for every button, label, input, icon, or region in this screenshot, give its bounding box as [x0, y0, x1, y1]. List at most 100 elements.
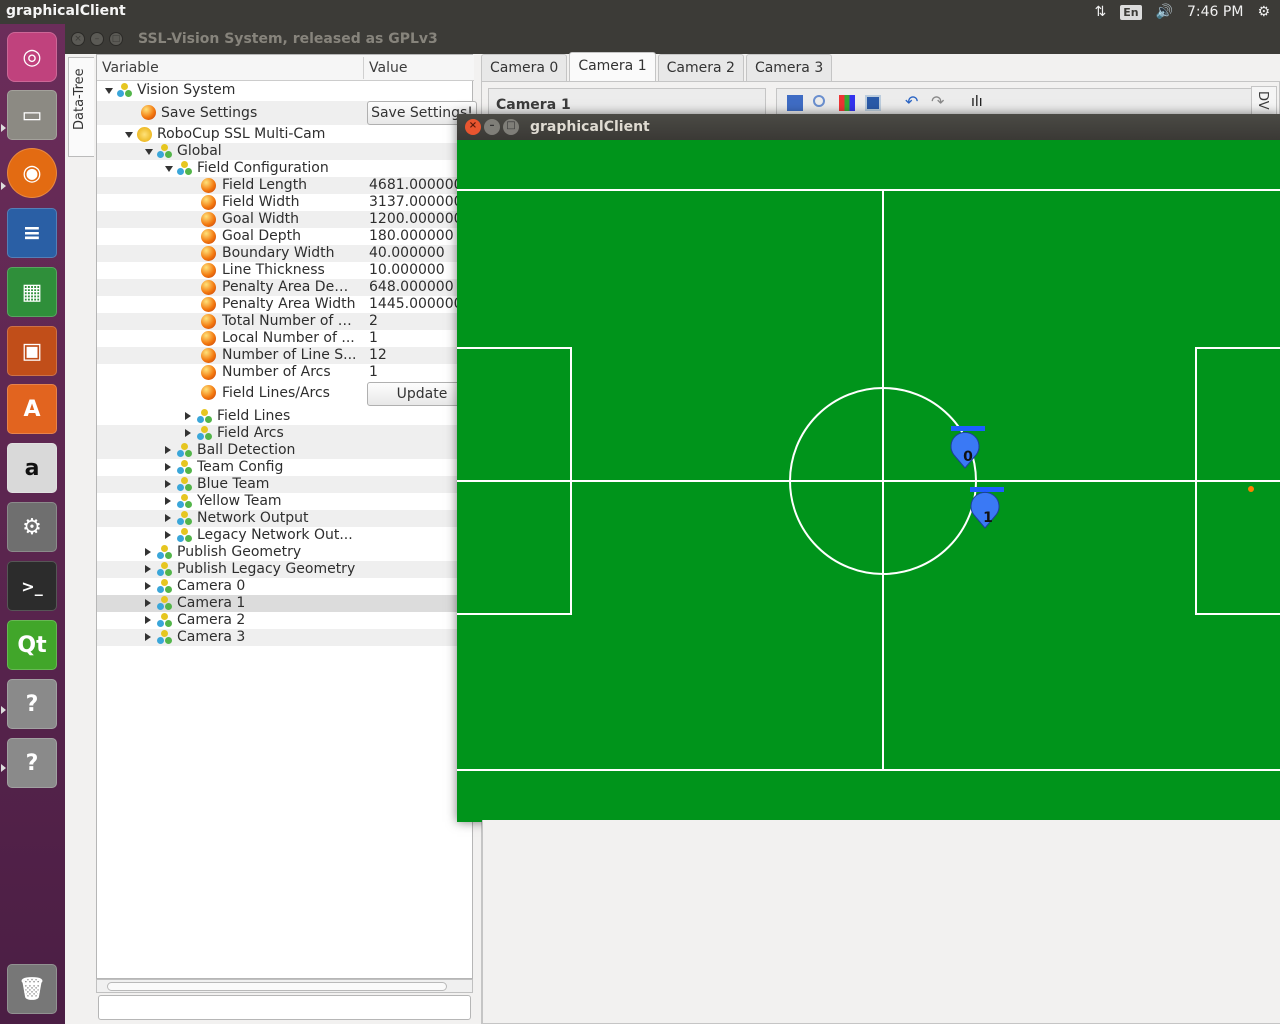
- minimize-icon[interactable]: –: [484, 119, 500, 135]
- help-icon[interactable]: [787, 95, 803, 111]
- zoom-icon[interactable]: [813, 95, 825, 107]
- tree-item-top-level[interactable]: Camera 1: [97, 595, 474, 612]
- data-tree-dock-tab[interactable]: Data-Tree: [68, 57, 94, 157]
- impress-icon[interactable]: ▣: [7, 326, 57, 376]
- tree-item-param[interactable]: Number of Line S... 12: [97, 347, 474, 364]
- window-titlebar[interactable]: × – □ graphicalClient: [457, 114, 1280, 140]
- parameter-icon: [201, 178, 216, 193]
- tree-item-vision-system[interactable]: Vision System: [97, 82, 474, 99]
- ubuntu-dash-icon[interactable]: ◎: [7, 32, 57, 82]
- clock[interactable]: 7:46 PM: [1187, 4, 1243, 20]
- tree-item-param[interactable]: Line Thickness 10.000000: [97, 262, 474, 279]
- histogram-color-icon[interactable]: [839, 95, 855, 111]
- tree-item-param[interactable]: Number of Arcs 1: [97, 364, 474, 381]
- terminal-icon[interactable]: >_: [7, 561, 57, 611]
- param-value[interactable]: 1200.000000: [369, 211, 463, 228]
- tab-camera-0[interactable]: Camera 0: [481, 54, 568, 82]
- column-header-variable[interactable]: Variable: [102, 60, 159, 76]
- data-tree-view[interactable]: Variable Value Vision System Save Setting…: [96, 54, 477, 979]
- tree-item-param[interactable]: Total Number of C... 2: [97, 313, 474, 330]
- param-value[interactable]: 1: [369, 330, 378, 347]
- param-value[interactable]: 10.000000: [369, 262, 445, 279]
- param-value[interactable]: 3137.000000: [369, 194, 463, 211]
- tree-item-sub-global[interactable]: Network Output: [97, 510, 474, 527]
- param-label: Boundary Width: [222, 245, 335, 261]
- param-value[interactable]: 12: [369, 347, 387, 364]
- tree-item-param[interactable]: Penalty Area Width 1445.000000: [97, 296, 474, 313]
- param-value[interactable]: 4681.000000: [369, 177, 463, 194]
- tree-item-top-level[interactable]: Camera 0: [97, 578, 474, 595]
- scrollbar-thumb[interactable]: [107, 982, 447, 991]
- files-icon[interactable]: ▭: [7, 90, 57, 140]
- tree-item-sub-field[interactable]: Field Arcs: [97, 425, 474, 442]
- close-icon[interactable]: ×: [71, 32, 85, 46]
- column-header-value[interactable]: Value: [369, 60, 407, 76]
- tree-item-top-level[interactable]: Camera 2: [97, 612, 474, 629]
- param-value[interactable]: 180.000000: [369, 228, 454, 245]
- settings-icon[interactable]: ⚙: [7, 502, 57, 552]
- minimize-icon[interactable]: –: [90, 32, 104, 46]
- tree-item-field-configuration[interactable]: Field Configuration: [97, 160, 474, 177]
- tree-item-sub-field[interactable]: Field Lines: [97, 408, 474, 425]
- horizontal-scrollbar[interactable]: [96, 979, 473, 993]
- window-titlebar[interactable]: × – □ SSL-Vision System, released as GPL…: [65, 24, 1280, 54]
- unknown-app-icon[interactable]: ?: [7, 738, 57, 788]
- keyboard-layout-indicator[interactable]: En: [1120, 4, 1142, 20]
- tree-item-robocup[interactable]: RoboCup SSL Multi-Cam: [97, 126, 474, 143]
- robot-0[interactable]: 0: [950, 426, 985, 469]
- close-icon[interactable]: ×: [465, 119, 481, 135]
- volume-icon[interactable]: 🔊: [1156, 4, 1173, 20]
- parameter-icon: [201, 365, 216, 380]
- tree-item-param[interactable]: Penalty Area Depth 648.000000: [97, 279, 474, 296]
- param-label: Local Number of ...: [222, 330, 355, 346]
- gear-icon[interactable]: ⚙: [1257, 4, 1270, 20]
- tree-item-param[interactable]: Local Number of ... 1: [97, 330, 474, 347]
- undo-icon[interactable]: ↶: [905, 94, 921, 111]
- node-icon: [157, 144, 172, 159]
- tree-item-param[interactable]: Goal Depth 180.000000: [97, 228, 474, 245]
- param-value[interactable]: 2: [369, 313, 378, 330]
- tree-item-param[interactable]: Goal Width 1200.000000: [97, 211, 474, 228]
- tree-filter-input[interactable]: [98, 995, 471, 1020]
- tree-item-sub-global[interactable]: Team Config: [97, 459, 474, 476]
- writer-icon[interactable]: ≡: [7, 208, 57, 258]
- amazon-icon[interactable]: a: [7, 443, 57, 493]
- tree-item-top-level[interactable]: Publish Geometry: [97, 544, 474, 561]
- tab-camera-3[interactable]: Camera 3: [745, 54, 833, 82]
- network-icon[interactable]: ⇅: [1094, 4, 1106, 20]
- tree-item-sub-global[interactable]: Yellow Team: [97, 493, 474, 510]
- capture-icon[interactable]: [865, 95, 881, 111]
- firefox-icon[interactable]: ◉: [7, 148, 57, 198]
- tree-item-param[interactable]: Field Width 3137.000000: [97, 194, 474, 211]
- tree-item-sub-global[interactable]: Blue Team: [97, 476, 474, 493]
- tree-item-label: Field Configuration: [197, 160, 329, 176]
- plugin-icon: [137, 127, 152, 142]
- tab-camera-1[interactable]: Camera 1: [569, 52, 656, 82]
- tab-camera-2[interactable]: Camera 2: [657, 54, 744, 82]
- calc-icon[interactable]: ▦: [7, 267, 57, 317]
- param-value[interactable]: 40.000000: [369, 245, 445, 262]
- param-value[interactable]: 1445.000000: [369, 296, 463, 313]
- param-value[interactable]: 648.000000: [369, 279, 454, 296]
- tree-item-top-level[interactable]: Publish Legacy Geometry: [97, 561, 474, 578]
- param-value[interactable]: 1: [369, 364, 378, 381]
- trash-icon[interactable]: 🗑: [7, 964, 57, 1014]
- tree-item-sub-global[interactable]: Ball Detection: [97, 442, 474, 459]
- maximize-icon[interactable]: □: [503, 119, 519, 135]
- maximize-icon[interactable]: □: [109, 32, 123, 46]
- tree-item-label: Blue Team: [197, 476, 270, 492]
- tree-item-sub-global[interactable]: Legacy Network Out...: [97, 527, 474, 544]
- histogram-icon[interactable]: ılı: [971, 95, 987, 111]
- qt-creator-icon[interactable]: Qt: [7, 620, 57, 670]
- param-label: Penalty Area Width: [222, 296, 356, 312]
- unknown-app-icon[interactable]: ?: [7, 679, 57, 729]
- tree-item-param[interactable]: Boundary Width 40.000000: [97, 245, 474, 262]
- software-center-icon[interactable]: A: [7, 384, 57, 434]
- tree-item-param[interactable]: Field Length 4681.000000: [97, 177, 474, 194]
- tree-item-global[interactable]: Global: [97, 143, 474, 160]
- parameter-icon: [201, 280, 216, 295]
- tree-item-top-level[interactable]: Camera 3: [97, 629, 474, 646]
- soccer-field-view[interactable]: 0 1: [457, 140, 1280, 822]
- redo-icon[interactable]: ↷: [931, 94, 947, 111]
- tree-item-label: Field Lines/Arcs: [222, 385, 330, 401]
